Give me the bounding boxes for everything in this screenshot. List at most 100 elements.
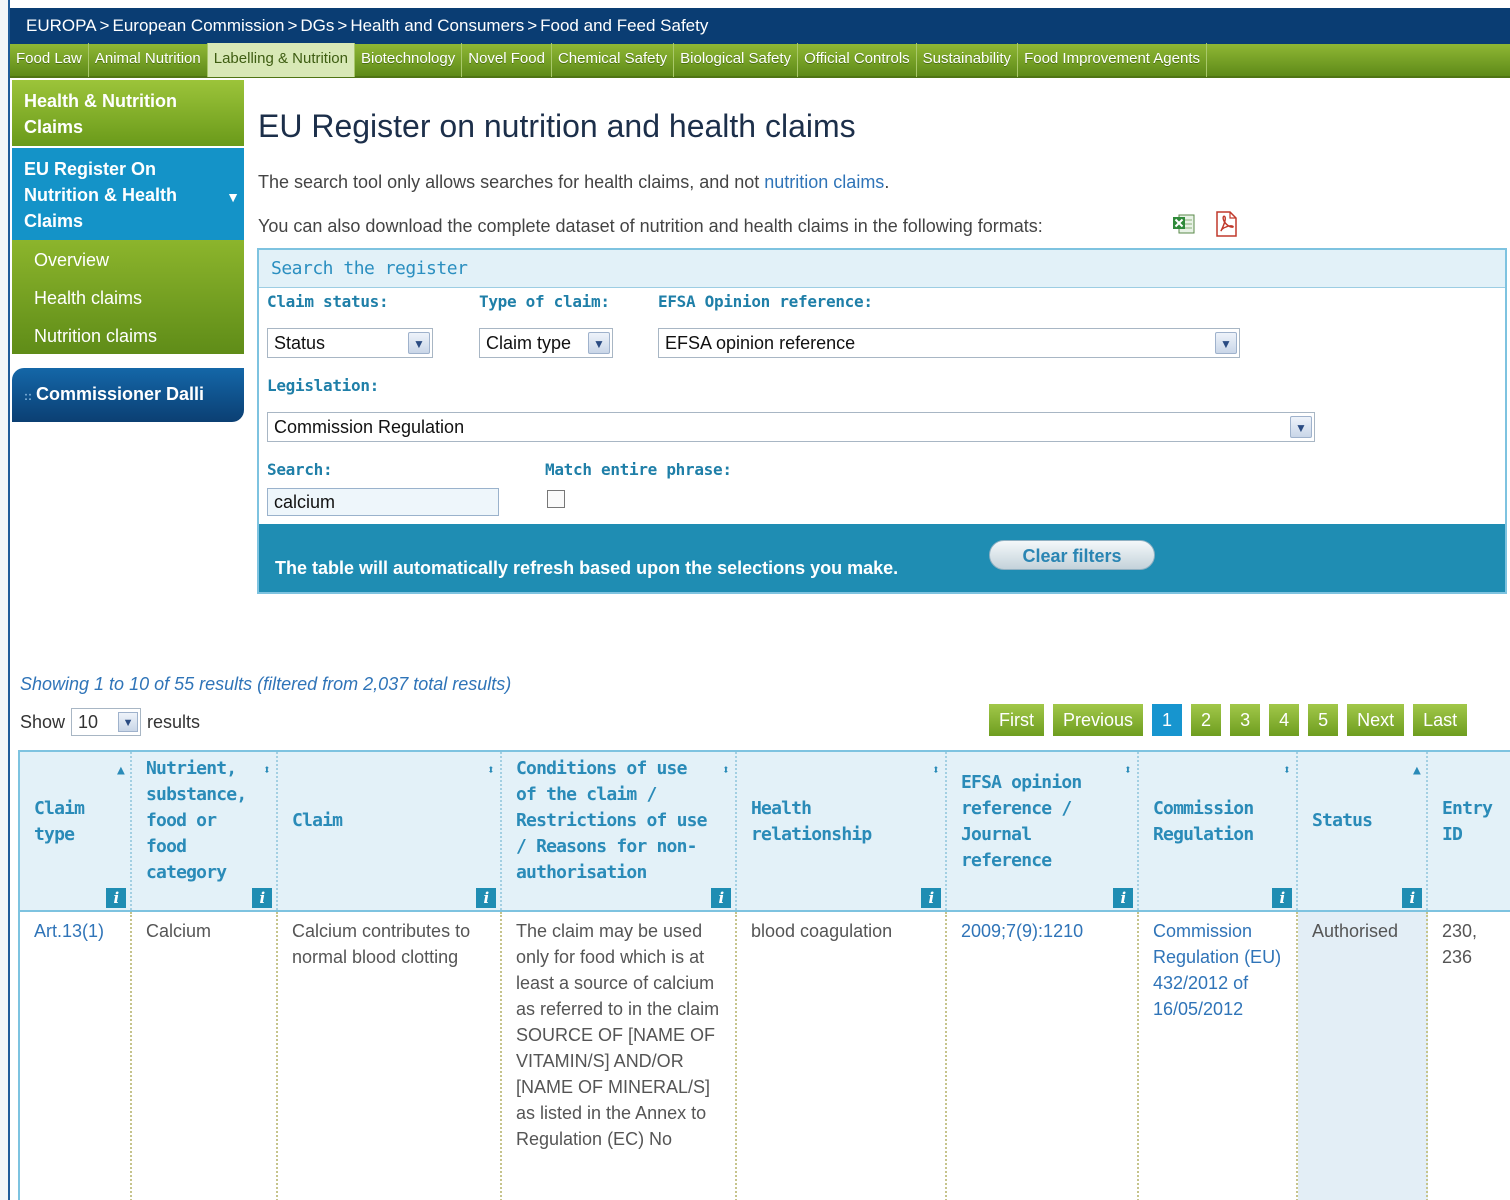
dropdown-arrow-icon[interactable]: ▼ bbox=[1290, 416, 1312, 438]
caret-down-icon: ▼ bbox=[226, 189, 240, 205]
breadcrumb-item-food-feed-safety[interactable]: Food and Feed Safety bbox=[540, 16, 708, 36]
claim-type-select[interactable]: Claim type ▼ bbox=[479, 328, 613, 358]
search-label: Search: bbox=[267, 460, 333, 479]
page-button-1[interactable]: 1 bbox=[1152, 704, 1183, 736]
page-length-control: Show 10 ▼ results bbox=[20, 708, 200, 736]
breadcrumb-item-commission[interactable]: European Commission bbox=[112, 16, 284, 36]
info-icon[interactable]: i bbox=[1272, 888, 1292, 908]
nav-tab-official-controls[interactable]: Official Controls bbox=[798, 43, 917, 77]
nav-tab-sustainability[interactable]: Sustainability bbox=[917, 43, 1019, 77]
clear-filters-button[interactable]: Clear filters bbox=[989, 540, 1155, 570]
sort-both-icon[interactable]: ⬍ bbox=[263, 758, 271, 784]
nav-tab-chemical-safety[interactable]: Chemical Safety bbox=[552, 43, 675, 77]
claim-type-label: Type of claim: bbox=[479, 292, 610, 311]
legislation-select[interactable]: Commission Regulation ▼ bbox=[267, 412, 1315, 442]
column-header-commission-regulation[interactable]: Commission Regulation ⬍ i bbox=[1139, 752, 1298, 910]
info-icon[interactable]: i bbox=[476, 888, 496, 908]
claim-status-select[interactable]: Status ▼ bbox=[267, 328, 433, 358]
column-header-efsa-reference[interactable]: EFSA opinion reference / Journal referen… bbox=[947, 752, 1139, 910]
search-input[interactable]: calcium bbox=[267, 488, 499, 516]
column-header-conditions[interactable]: Conditions of use of the claim / Restric… bbox=[502, 752, 737, 910]
dropdown-arrow-icon[interactable]: ▼ bbox=[1215, 332, 1237, 354]
nav-tab-biological-safety[interactable]: Biological Safety bbox=[674, 43, 799, 77]
search-panel-footer: The table will automatically refresh bas… bbox=[259, 524, 1505, 592]
page-length-value: 10 bbox=[78, 712, 99, 732]
column-header-entry-id[interactable]: Entry ID bbox=[1428, 752, 1510, 910]
column-header-nutrient[interactable]: Nutrient, substance, food or food catego… bbox=[132, 752, 278, 910]
sidebar-current-page[interactable]: EU Register On Nutrition & Health Claims… bbox=[12, 148, 244, 240]
results-label: results bbox=[147, 711, 201, 732]
info-icon[interactable]: i bbox=[1113, 888, 1133, 908]
info-icon[interactable]: i bbox=[921, 888, 941, 908]
search-panel: Search the register Claim status: Type o… bbox=[257, 248, 1507, 594]
show-label: Show bbox=[20, 711, 66, 732]
cell-claim-type[interactable]: Art.13(1) bbox=[20, 912, 132, 1200]
efsa-reference-label: EFSA Opinion reference: bbox=[658, 292, 873, 311]
nav-tab-novel-food[interactable]: Novel Food bbox=[462, 43, 552, 77]
info-icon[interactable]: i bbox=[1402, 888, 1422, 908]
sort-both-icon[interactable]: ⬍ bbox=[722, 758, 730, 784]
nav-tab-food-law[interactable]: Food Law bbox=[10, 43, 89, 77]
dropdown-arrow-icon[interactable]: ▼ bbox=[118, 712, 139, 732]
sidebar-item-nutrition-claims[interactable]: Nutrition claims bbox=[12, 316, 244, 354]
intro-suffix: . bbox=[884, 172, 890, 192]
pagination: First Previous 1 2 3 4 5 Next Last bbox=[989, 704, 1468, 736]
commissioner-link[interactable]: :: Commissioner Dalli bbox=[12, 368, 244, 422]
sort-both-icon[interactable]: ⬍ bbox=[1124, 758, 1132, 784]
info-icon[interactable]: i bbox=[106, 888, 126, 908]
page-button-4[interactable]: 4 bbox=[1269, 704, 1300, 736]
table-header: Claim type ▲ i Nutrient, substance, food… bbox=[18, 750, 1510, 912]
claims-table: Claim type ▲ i Nutrient, substance, food… bbox=[18, 750, 1510, 1200]
nutrition-claims-link[interactable]: nutrition claims bbox=[764, 172, 884, 192]
nav-tab-food-improvement-agents[interactable]: Food Improvement Agents bbox=[1018, 43, 1207, 77]
top-navigation: Food Law Animal Nutrition Labelling & Nu… bbox=[10, 43, 1510, 78]
sidebar-item-health-claims[interactable]: Health claims bbox=[12, 278, 244, 316]
next-page-button[interactable]: Next bbox=[1347, 704, 1405, 736]
page-length-select[interactable]: 10 ▼ bbox=[71, 708, 142, 736]
legislation-label: Legislation: bbox=[267, 376, 379, 395]
dropdown-arrow-icon[interactable]: ▼ bbox=[408, 332, 430, 354]
page-title: EU Register on nutrition and health clai… bbox=[258, 108, 856, 144]
cell-efsa-reference[interactable]: 2009;7(9):1210 bbox=[947, 912, 1139, 1200]
last-page-button[interactable]: Last bbox=[1413, 704, 1468, 736]
page-button-2[interactable]: 2 bbox=[1191, 704, 1222, 736]
intro-text: The search tool only allows searches for… bbox=[258, 172, 889, 193]
efsa-reference-value: EFSA opinion reference bbox=[665, 333, 856, 353]
nav-tab-biotechnology[interactable]: Biotechnology bbox=[355, 43, 463, 77]
column-header-status[interactable]: Status ▲ i bbox=[1298, 752, 1428, 910]
cell-entry-id: 230, 236 bbox=[1442, 921, 1478, 967]
sidebar-section-title[interactable]: Health & Nutrition Claims bbox=[12, 80, 244, 146]
sort-both-icon[interactable]: ⬍ bbox=[932, 758, 940, 784]
efsa-reference-select[interactable]: EFSA opinion reference ▼ bbox=[658, 328, 1240, 358]
info-icon[interactable]: i bbox=[711, 888, 731, 908]
column-header-claim[interactable]: Claim ⬍ i bbox=[278, 752, 502, 910]
download-text: You can also download the complete datas… bbox=[258, 216, 1043, 236]
sort-ascending-icon[interactable]: ▲ bbox=[1413, 758, 1421, 784]
first-page-button[interactable]: First bbox=[989, 704, 1044, 736]
page-button-3[interactable]: 3 bbox=[1230, 704, 1261, 736]
match-phrase-checkbox[interactable] bbox=[547, 490, 565, 508]
cell-commission-regulation[interactable]: Commission Regulation (EU) 432/2012 of 1… bbox=[1139, 912, 1298, 1200]
excel-icon[interactable] bbox=[1172, 212, 1196, 236]
breadcrumb-item-dgs[interactable]: DGs bbox=[300, 16, 334, 36]
sort-both-icon[interactable]: ⬍ bbox=[1283, 758, 1291, 784]
commissioner-label: Commissioner Dalli bbox=[36, 384, 205, 404]
cell-nutrient: Calcium bbox=[132, 912, 278, 1200]
previous-page-button[interactable]: Previous bbox=[1053, 704, 1144, 736]
nav-tab-labelling-nutrition[interactable]: Labelling & Nutrition bbox=[207, 43, 355, 77]
page-button-5[interactable]: 5 bbox=[1308, 704, 1339, 736]
sidebar-submenu: Overview Health claims Nutrition claims bbox=[12, 240, 244, 354]
sidebar-item-overview[interactable]: Overview bbox=[12, 240, 244, 278]
breadcrumb-item-health-consumers[interactable]: Health and Consumers bbox=[350, 16, 524, 36]
sort-both-icon[interactable]: ⬍ bbox=[487, 758, 495, 784]
cell-health-relationship: blood coagulation bbox=[737, 912, 947, 1200]
info-icon[interactable]: i bbox=[252, 888, 272, 908]
breadcrumb-item-europa[interactable]: EUROPA bbox=[26, 16, 97, 36]
pdf-icon[interactable] bbox=[1214, 211, 1238, 237]
nav-tab-animal-nutrition[interactable]: Animal Nutrition bbox=[89, 43, 208, 77]
column-header-claim-type[interactable]: Claim type ▲ i bbox=[20, 752, 132, 910]
dropdown-arrow-icon[interactable]: ▼ bbox=[588, 332, 610, 354]
column-header-health-relationship[interactable]: Health relationship ⬍ i bbox=[737, 752, 947, 910]
sort-ascending-icon[interactable]: ▲ bbox=[117, 758, 125, 784]
cell-status: Authorised bbox=[1298, 912, 1428, 1200]
